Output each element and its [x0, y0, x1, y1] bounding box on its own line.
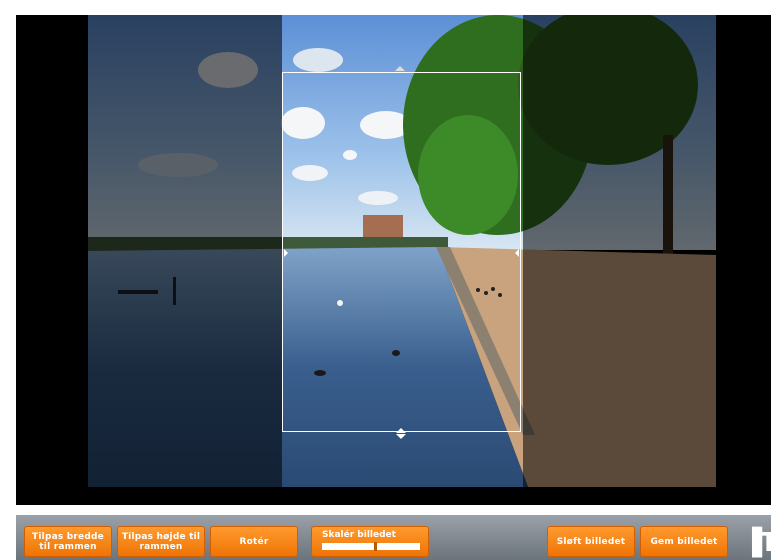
delete-image-button[interactable]: Sløft billedet — [547, 526, 635, 557]
crop-handle-right[interactable] — [515, 249, 519, 257]
crop-handle-bottom[interactable] — [396, 428, 406, 433]
scale-control: Skalér billedet — [311, 526, 429, 557]
scale-slider[interactable] — [322, 542, 420, 551]
save-image-button[interactable]: Gem billedet — [640, 526, 728, 557]
crop-mask-right — [523, 15, 716, 487]
fit-height-button[interactable]: Tilpas højde til rammen — [117, 526, 205, 557]
scale-slider-thumb[interactable] — [374, 542, 377, 551]
fit-width-button[interactable]: Tilpas bredde til rammen — [24, 526, 112, 557]
scale-label: Skalér billedet — [322, 530, 396, 540]
crop-mask-left — [88, 15, 282, 487]
crop-frame[interactable] — [282, 66, 521, 439]
brand-logo: ▐T — [742, 528, 771, 558]
crop-handle-left[interactable] — [284, 249, 288, 257]
rotate-button[interactable]: Rotér — [210, 526, 298, 557]
photo-editor-canvas[interactable] — [16, 15, 771, 505]
crop-handle-top[interactable] — [395, 66, 405, 71]
crop-handle-bottom-arrow[interactable] — [396, 434, 406, 439]
editor-toolbar: Tilpas bredde til rammen Tilpas højde ti… — [16, 515, 771, 560]
